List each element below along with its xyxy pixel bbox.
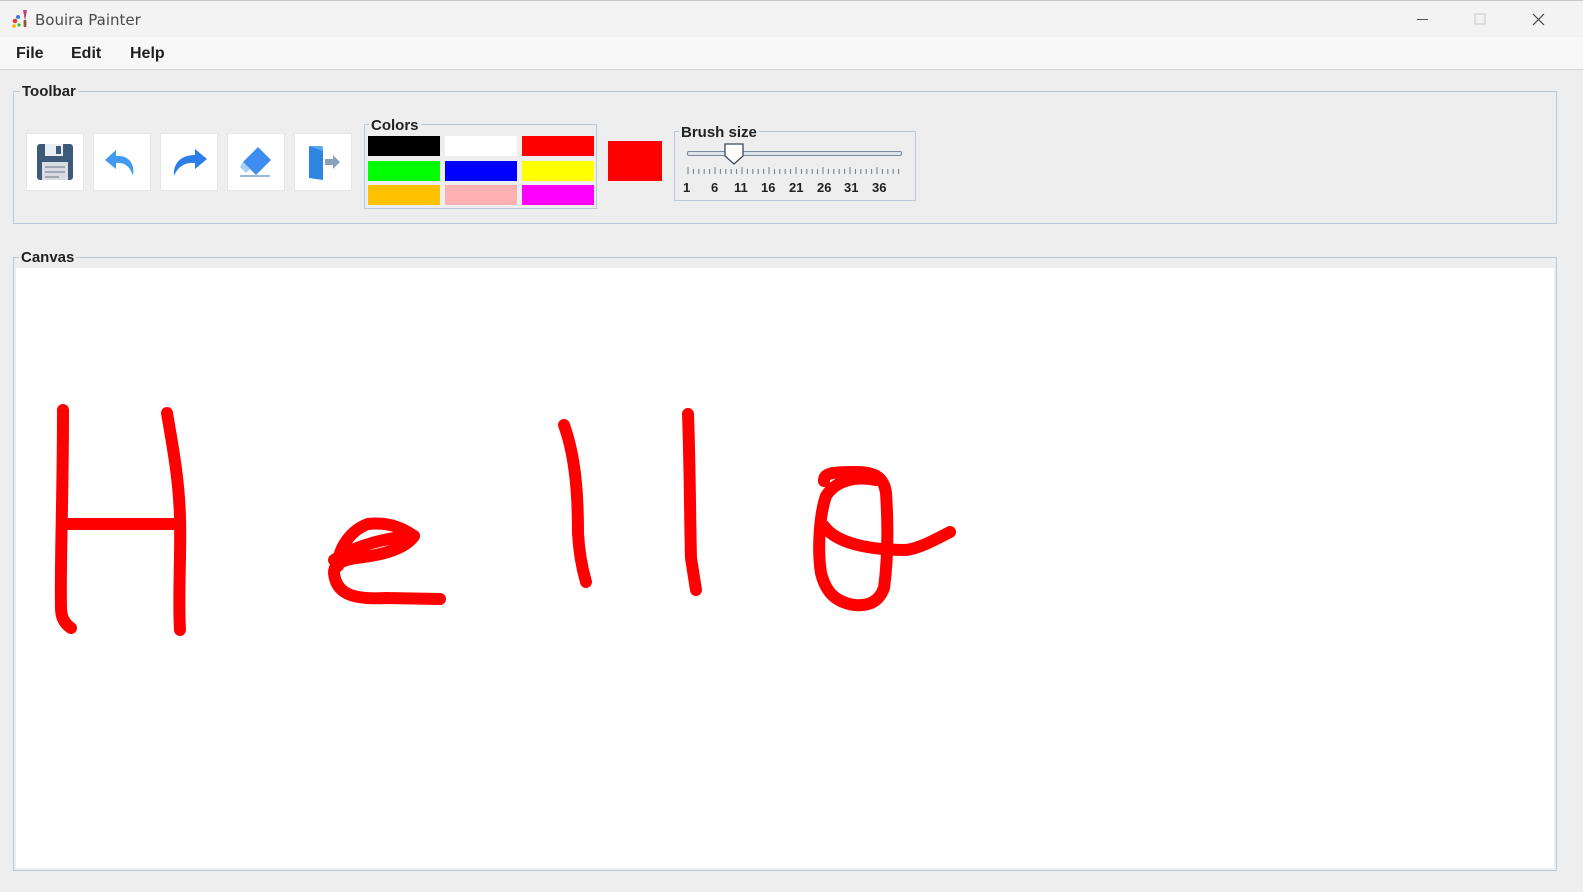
eraser-icon — [240, 147, 271, 177]
save-button[interactable] — [26, 133, 84, 191]
color-swatch-red[interactable] — [522, 136, 594, 156]
colors-title: Colors — [369, 117, 421, 134]
canvas-title: Canvas — [19, 249, 77, 266]
canvas-panel: Canvas — [13, 249, 1557, 871]
color-swatch-black[interactable] — [368, 136, 440, 156]
redo-button[interactable] — [160, 133, 218, 191]
colors-panel: Colors — [364, 117, 597, 209]
tick-label: 1 — [683, 180, 691, 195]
redo-icon — [173, 149, 207, 176]
current-color-preview — [608, 141, 662, 181]
paint-brush-icon — [12, 10, 27, 28]
drawing-canvas[interactable] — [16, 268, 1554, 868]
color-swatch-pink[interactable] — [445, 185, 517, 205]
tick-label: 36 — [872, 180, 887, 195]
tick-label: 11 — [734, 180, 748, 195]
brush-size-thumb[interactable] — [723, 142, 745, 166]
color-swatch-green[interactable] — [368, 161, 440, 181]
tick-label: 26 — [817, 180, 832, 195]
menu-help[interactable]: Help — [130, 45, 165, 63]
undo-icon — [105, 150, 134, 176]
color-swatch-orange[interactable] — [368, 185, 440, 205]
tick-label: 21 — [789, 180, 804, 195]
color-swatch-blue[interactable] — [445, 161, 517, 181]
close-button[interactable] — [1515, 1, 1561, 38]
brush-size-track[interactable] — [687, 151, 902, 156]
title-bar: Bouira Painter — [0, 0, 1583, 37]
brush-size-panel: Brush size 1 6 11 16 21 26 31 36 — [674, 124, 916, 201]
brush-size-ticks — [687, 167, 900, 174]
maximize-button[interactable] — [1457, 1, 1503, 38]
eraser-button[interactable] — [227, 133, 285, 191]
undo-button[interactable] — [93, 133, 151, 191]
save-icon — [37, 144, 73, 180]
menu-file[interactable]: File — [16, 45, 44, 63]
menu-edit[interactable]: Edit — [71, 45, 101, 63]
minimize-icon — [1417, 19, 1428, 20]
window-title: Bouira Painter — [35, 11, 141, 29]
toolbar-title: Toolbar — [20, 83, 78, 100]
brush-size-title: Brush size — [679, 124, 759, 141]
exit-button[interactable] — [294, 133, 352, 191]
tick-label: 6 — [711, 180, 719, 195]
color-swatch-white[interactable] — [445, 136, 517, 156]
close-icon — [1532, 13, 1545, 26]
color-swatch-yellow[interactable] — [522, 161, 594, 181]
menu-bar: File Edit Help — [0, 37, 1583, 70]
maximize-icon — [1474, 13, 1486, 25]
exit-icon — [309, 146, 340, 180]
tick-label: 31 — [844, 180, 859, 195]
tick-label: 16 — [761, 180, 776, 195]
toolbar-panel: Toolbar Colors Brush size 1 6 11 16 21 2… — [13, 83, 1557, 224]
minimize-button[interactable] — [1400, 1, 1446, 38]
hand-drawn-strokes — [54, 404, 956, 636]
color-swatch-magenta[interactable] — [522, 185, 594, 205]
